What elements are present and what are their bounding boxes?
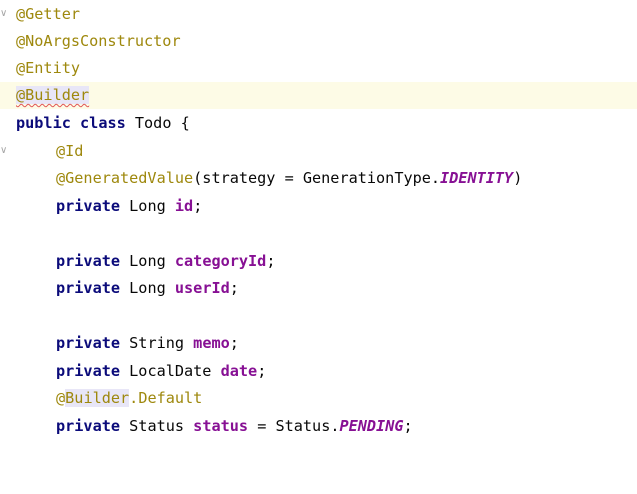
class-name: Todo {	[125, 114, 190, 132]
keyword-private: private	[56, 197, 121, 215]
field-name: status	[193, 417, 249, 435]
code-line[interactable]: private Long categoryId;	[0, 248, 637, 275]
code-line[interactable]: ∨ @Getter	[0, 1, 637, 28]
annotation-builder-error[interactable]: @Builder	[16, 86, 90, 104]
type-name: Long	[120, 197, 175, 215]
code-editor[interactable]: ∨ @Getter @NoArgsConstructor @Entity @Bu…	[0, 0, 637, 446]
keyword-class: class	[80, 114, 126, 132]
keyword-public: public	[16, 114, 71, 132]
semicolon: ;	[193, 197, 203, 215]
semicolon: ;	[403, 417, 413, 435]
code-line[interactable]: @Builder.Default	[0, 385, 637, 412]
code-plain: )	[513, 169, 523, 187]
semicolon: ;	[229, 334, 239, 352]
code-line-blank[interactable]	[0, 303, 637, 330]
gutter: ∨	[0, 138, 14, 165]
code-line-blank[interactable]	[0, 221, 637, 248]
code-line[interactable]: private LocalDate date;	[0, 358, 637, 385]
keyword-private: private	[56, 334, 121, 352]
code-line[interactable]: public class Todo {	[0, 110, 637, 137]
keyword-private: private	[56, 252, 121, 270]
gutter: ∨	[0, 1, 14, 28]
semicolon: ;	[229, 279, 239, 297]
enum-constant: IDENTITY	[440, 169, 514, 187]
type-name: Long	[120, 279, 175, 297]
annotation-generatedvalue: @GeneratedValue	[56, 169, 194, 187]
code-text: @Getter	[16, 1, 80, 28]
enum-constant: PENDING	[339, 417, 404, 435]
code-text: private Status status = Status.PENDING;	[56, 413, 413, 440]
code-line[interactable]: private Status status = Status.PENDING;	[0, 413, 637, 440]
field-name: userId	[174, 279, 230, 297]
code-text: private Long userId;	[56, 275, 239, 302]
code-line[interactable]: private Long id;	[0, 193, 637, 220]
code-plain: (strategy = GenerationType.	[193, 169, 441, 187]
code-text: @NoArgsConstructor	[16, 28, 181, 55]
semicolon: ;	[257, 362, 267, 380]
annotation-entity: @Entity	[16, 59, 81, 77]
code-line[interactable]: @GeneratedValue(strategy = GenerationTyp…	[0, 165, 637, 192]
code-text: private String memo;	[56, 330, 239, 357]
field-name: id	[174, 197, 194, 215]
fold-chevron-icon[interactable]: ∨	[0, 9, 10, 19]
code-text: public class Todo {	[16, 110, 190, 137]
code-text: private Long id;	[56, 193, 202, 220]
code-text: @Entity	[16, 55, 80, 82]
annotation-getter: @Getter	[16, 5, 81, 23]
code-text: @Builder.Default	[56, 385, 202, 412]
code-line[interactable]: private String memo;	[0, 330, 637, 357]
code-line[interactable]: ∨ @Id	[0, 138, 637, 165]
annotation-noargsconstructor: @NoArgsConstructor	[16, 32, 181, 50]
fold-chevron-icon[interactable]: ∨	[0, 146, 10, 156]
code-text: private LocalDate date;	[56, 358, 266, 385]
keyword-private: private	[56, 417, 121, 435]
type-name: Status	[120, 417, 194, 435]
field-name: date	[220, 362, 258, 380]
type-name: Long	[120, 252, 175, 270]
code-text: @Id	[56, 138, 83, 165]
field-name: categoryId	[174, 252, 267, 270]
code-text: private Long categoryId;	[56, 248, 275, 275]
annotation-at-sign: @	[56, 389, 66, 407]
annotation-default: .Default	[129, 389, 203, 407]
code-text: @GeneratedValue(strategy = GenerationTyp…	[56, 165, 522, 192]
code-plain: = Status.	[248, 417, 340, 435]
field-name: memo	[193, 334, 230, 352]
code-text: @Builder	[16, 82, 90, 109]
type-name: LocalDate	[120, 362, 221, 380]
code-line[interactable]: @NoArgsConstructor	[0, 28, 637, 55]
keyword-private: private	[56, 362, 121, 380]
code-line-current[interactable]: @Builder	[0, 82, 637, 109]
annotation-builder-reference[interactable]: Builder	[65, 389, 130, 407]
annotation-id: @Id	[56, 142, 84, 160]
code-line[interactable]: @Entity	[0, 55, 637, 82]
type-name: String	[120, 334, 194, 352]
semicolon: ;	[266, 252, 276, 270]
code-line[interactable]: private Long userId;	[0, 275, 637, 302]
keyword-private: private	[56, 279, 121, 297]
